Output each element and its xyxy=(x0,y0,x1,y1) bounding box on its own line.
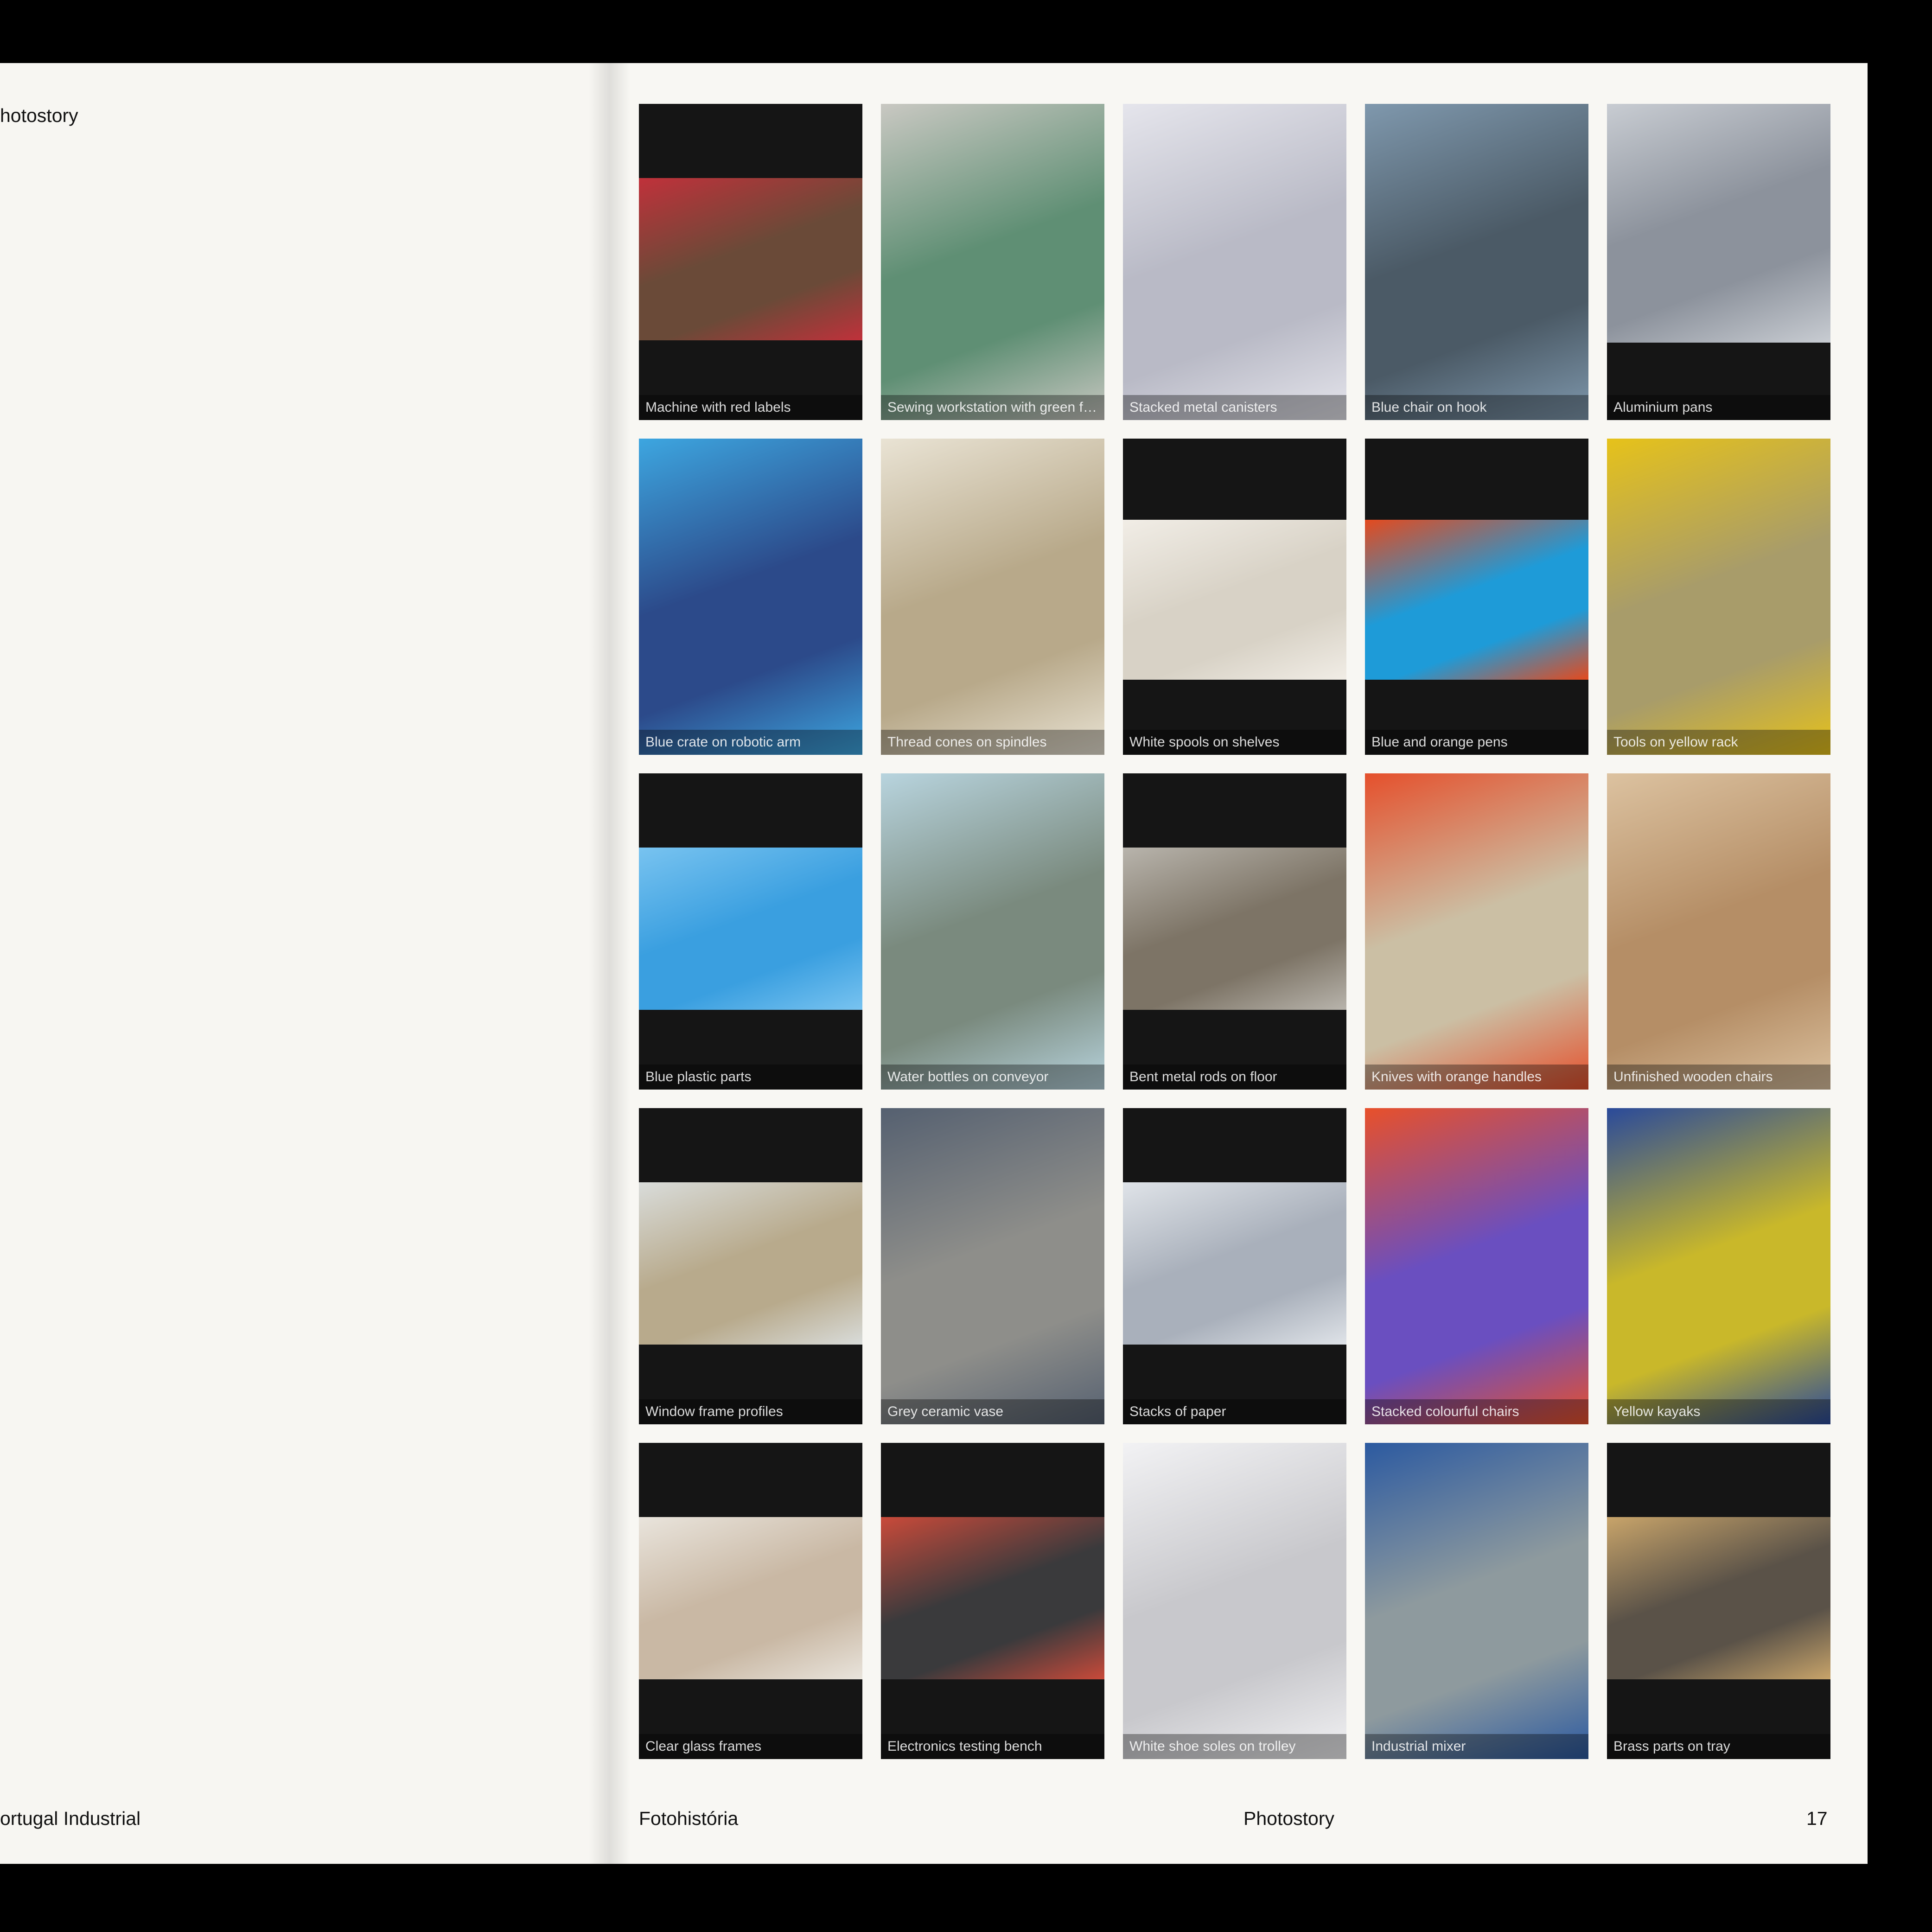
photo-caption: Brass parts on tray xyxy=(1607,1734,1830,1759)
photo-tile: Blue chair on hook xyxy=(1365,104,1588,420)
photo-caption: Thread cones on spindles xyxy=(881,730,1104,755)
photo-tile: White spools on shelves xyxy=(1123,439,1346,755)
photo-caption: Window frame profiles xyxy=(639,1399,862,1424)
footer-left-title: Fotohistória xyxy=(639,1808,739,1829)
photo-image xyxy=(1365,104,1588,420)
photo-tile: Grey ceramic vase xyxy=(881,1108,1104,1424)
photo-tile: White shoe soles on trolley xyxy=(1123,1443,1346,1759)
photo-caption: Yellow kayaks xyxy=(1607,1399,1830,1424)
photo-caption: Stacks of paper xyxy=(1123,1399,1346,1424)
photo-caption: Tools on yellow rack xyxy=(1607,730,1830,755)
photo-image xyxy=(639,848,862,1010)
book-gutter xyxy=(589,63,631,1864)
photo-image xyxy=(1123,848,1346,1010)
photo-caption: White spools on shelves xyxy=(1123,730,1346,755)
photo-image xyxy=(1607,773,1830,1090)
photo-caption: Stacked colourful chairs xyxy=(1365,1399,1588,1424)
left-page-footer: ortugal Industrial xyxy=(0,1808,141,1829)
photo-image xyxy=(881,439,1104,755)
photo-tile: Unfinished wooden chairs xyxy=(1607,773,1830,1090)
photo-caption: Water bottles on conveyor xyxy=(881,1065,1104,1090)
photo-image xyxy=(881,773,1104,1090)
photo-caption: Blue chair on hook xyxy=(1365,395,1588,420)
photo-tile: Sewing workstation with green forms xyxy=(881,104,1104,420)
photo-image xyxy=(639,1182,862,1345)
photo-caption: Aluminium pans xyxy=(1607,395,1830,420)
photo-tile: Blue and orange pens xyxy=(1365,439,1588,755)
photo-tile: Blue crate on robotic arm xyxy=(639,439,862,755)
left-page xyxy=(0,63,606,1864)
footer-center-title: Photostory xyxy=(1243,1808,1334,1829)
photo-caption: Knives with orange handles xyxy=(1365,1065,1588,1090)
photo-tile: Blue plastic parts xyxy=(639,773,862,1090)
photo-tile: Stacked metal canisters xyxy=(1123,104,1346,420)
photo-caption: Blue plastic parts xyxy=(639,1065,862,1090)
photo-tile: Thread cones on spindles xyxy=(881,439,1104,755)
photo-image xyxy=(1607,439,1830,755)
photo-image xyxy=(639,1517,862,1679)
photo-caption: Machine with red labels xyxy=(639,395,862,420)
photo-image xyxy=(1365,773,1588,1090)
photo-image xyxy=(1123,1182,1346,1345)
photo-image xyxy=(1365,520,1588,680)
photo-tile: Stacks of paper xyxy=(1123,1108,1346,1424)
photo-image xyxy=(1607,1517,1830,1679)
photo-image xyxy=(1607,1108,1830,1424)
photo-caption: Sewing workstation with green forms xyxy=(881,395,1104,420)
photo-caption: Blue crate on robotic arm xyxy=(639,730,862,755)
photo-caption: Stacked metal canisters xyxy=(1123,395,1346,420)
photo-tile: Bent metal rods on floor xyxy=(1123,773,1346,1090)
page-number: 17 xyxy=(1806,1808,1828,1829)
photo-tile: Water bottles on conveyor xyxy=(881,773,1104,1090)
photo-image xyxy=(639,178,862,340)
photo-tile: Electronics testing bench xyxy=(881,1443,1104,1759)
photo-caption: Clear glass frames xyxy=(639,1734,862,1759)
photo-tile: Knives with orange handles xyxy=(1365,773,1588,1090)
photo-tile: Window frame profiles xyxy=(639,1108,862,1424)
photo-image xyxy=(1607,104,1830,343)
photo-image xyxy=(1123,104,1346,420)
photo-caption: Blue and orange pens xyxy=(1365,730,1588,755)
photo-image xyxy=(881,1517,1104,1679)
photo-tile: Brass parts on tray xyxy=(1607,1443,1830,1759)
photo-image xyxy=(881,1108,1104,1424)
photo-caption: Bent metal rods on floor xyxy=(1123,1065,1346,1090)
photo-image xyxy=(1365,1443,1588,1759)
photo-tile: Industrial mixer xyxy=(1365,1443,1588,1759)
photo-caption: Grey ceramic vase xyxy=(881,1399,1104,1424)
photo-tile: Machine with red labels xyxy=(639,104,862,420)
photo-caption: White shoe soles on trolley xyxy=(1123,1734,1346,1759)
photo-grid: Machine with red labels Sewing workstatio… xyxy=(639,104,1830,1760)
photo-image xyxy=(639,439,862,755)
photo-caption: Unfinished wooden chairs xyxy=(1607,1065,1830,1090)
photo-tile: Clear glass frames xyxy=(639,1443,862,1759)
photo-image xyxy=(1123,520,1346,680)
photo-caption: Electronics testing bench xyxy=(881,1734,1104,1759)
photo-tile: Aluminium pans xyxy=(1607,104,1830,420)
photo-caption: Industrial mixer xyxy=(1365,1734,1588,1759)
photo-tile: Stacked colourful chairs xyxy=(1365,1108,1588,1424)
photo-image xyxy=(1365,1108,1588,1424)
photo-image xyxy=(881,104,1104,420)
photo-tile: Yellow kayaks xyxy=(1607,1108,1830,1424)
photo-tile: Tools on yellow rack xyxy=(1607,439,1830,755)
photo-image xyxy=(1123,1443,1346,1759)
left-page-header: hotostory xyxy=(0,105,78,126)
